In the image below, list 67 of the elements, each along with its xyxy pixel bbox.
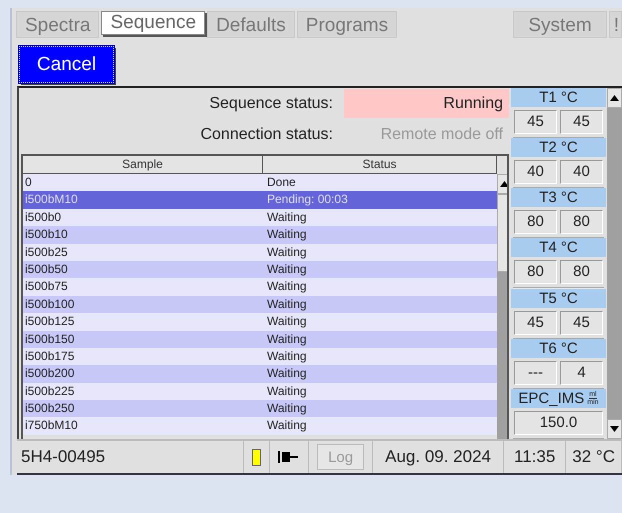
actual-value: 45 [560,110,603,134]
setpoint-value: 45 [514,110,557,134]
actual-value: 40 [560,160,603,184]
table-cell[interactable]: i500b100 [23,296,263,314]
plug-icon [278,450,300,464]
table-cell[interactable]: 0 [23,174,263,192]
up-arrow-icon[interactable] [610,95,619,101]
up-arrow-icon[interactable] [500,181,507,187]
actual-value: 80 [560,210,603,234]
sensor-header: T5 °C [511,288,606,308]
status-value: Running [344,89,509,118]
status-label: Sequence status: [208,94,334,112]
down-arrow-icon[interactable] [610,426,619,432]
table-cell[interactable]: i500b75 [23,278,263,296]
table-cell[interactable]: Waiting [263,330,497,348]
actual-value: 45 [560,310,603,335]
sensor-header: T6 °C [511,338,606,358]
setpoint-value: 40 [514,160,557,184]
temperature-text: 32 °C [566,441,622,473]
sensor-header: T1 °C [511,88,606,107]
sensor-header: T3 °C [511,188,606,208]
sensor-header: T4 °C [511,238,606,258]
table-cell[interactable]: Waiting [263,208,497,226]
column-header[interactable]: Sample [23,156,263,174]
column-header[interactable]: Status [263,156,497,174]
table-cell[interactable]: Waiting [263,348,497,366]
status-value: Remote mode off [380,125,504,145]
tab[interactable]: Sequence [101,11,206,35]
scrollbar[interactable] [607,88,622,439]
table-cell[interactable]: Done [263,174,497,192]
table-cell[interactable]: i500bM10 [23,191,263,209]
table-cell[interactable]: Waiting [263,365,497,383]
indicator-icon [252,448,262,466]
time-text: 11:35 [504,441,566,473]
table-cell[interactable]: i500b225 [23,382,263,400]
table-cell[interactable]: i750bM10 [23,417,263,435]
table-cell[interactable]: Waiting [263,382,497,400]
device-id: 5H4-00495 [17,441,244,473]
setpoint-value: 80 [514,210,557,234]
cancel-button[interactable]: Cancel [19,46,114,83]
status-label: Connection status: [199,126,334,144]
setpoint-value: 45 [514,310,557,335]
table-cell[interactable]: Waiting [263,417,497,435]
table-cell[interactable]: Waiting [263,400,497,418]
table-cell[interactable]: i500b10 [23,226,263,244]
table-cell[interactable]: Pending: 00:03 [263,191,497,209]
table-cell[interactable]: i500b200 [23,365,263,383]
table-cell[interactable]: i500b250 [23,400,263,418]
actual-value: 80 [560,260,603,284]
table-cell[interactable]: i500b150 [23,330,263,348]
table-cell[interactable]: i500b125 [23,313,263,331]
actual-value: 4 [560,360,603,385]
table-cell[interactable]: Waiting [263,226,497,244]
table-cell[interactable]: Waiting [263,260,497,278]
table-cell[interactable]: i500b25 [23,244,263,261]
table-cell[interactable]: Waiting [263,244,497,261]
table-cell[interactable]: Waiting [263,278,497,296]
date-text: Aug. 09. 2024 [373,441,504,473]
setpoint-value: 80 [514,260,557,284]
sensor-header: T2 °C [511,138,606,158]
table-cell[interactable]: Waiting [263,296,497,314]
table-cell[interactable]: i500b175 [23,348,263,366]
table-cell[interactable]: i500b0 [23,208,263,226]
table-cell[interactable]: i500b50 [23,260,263,278]
setpoint-value: --- [514,360,557,385]
table-cell[interactable]: Waiting [263,313,497,331]
sensor-value: 150.0 [514,410,603,435]
